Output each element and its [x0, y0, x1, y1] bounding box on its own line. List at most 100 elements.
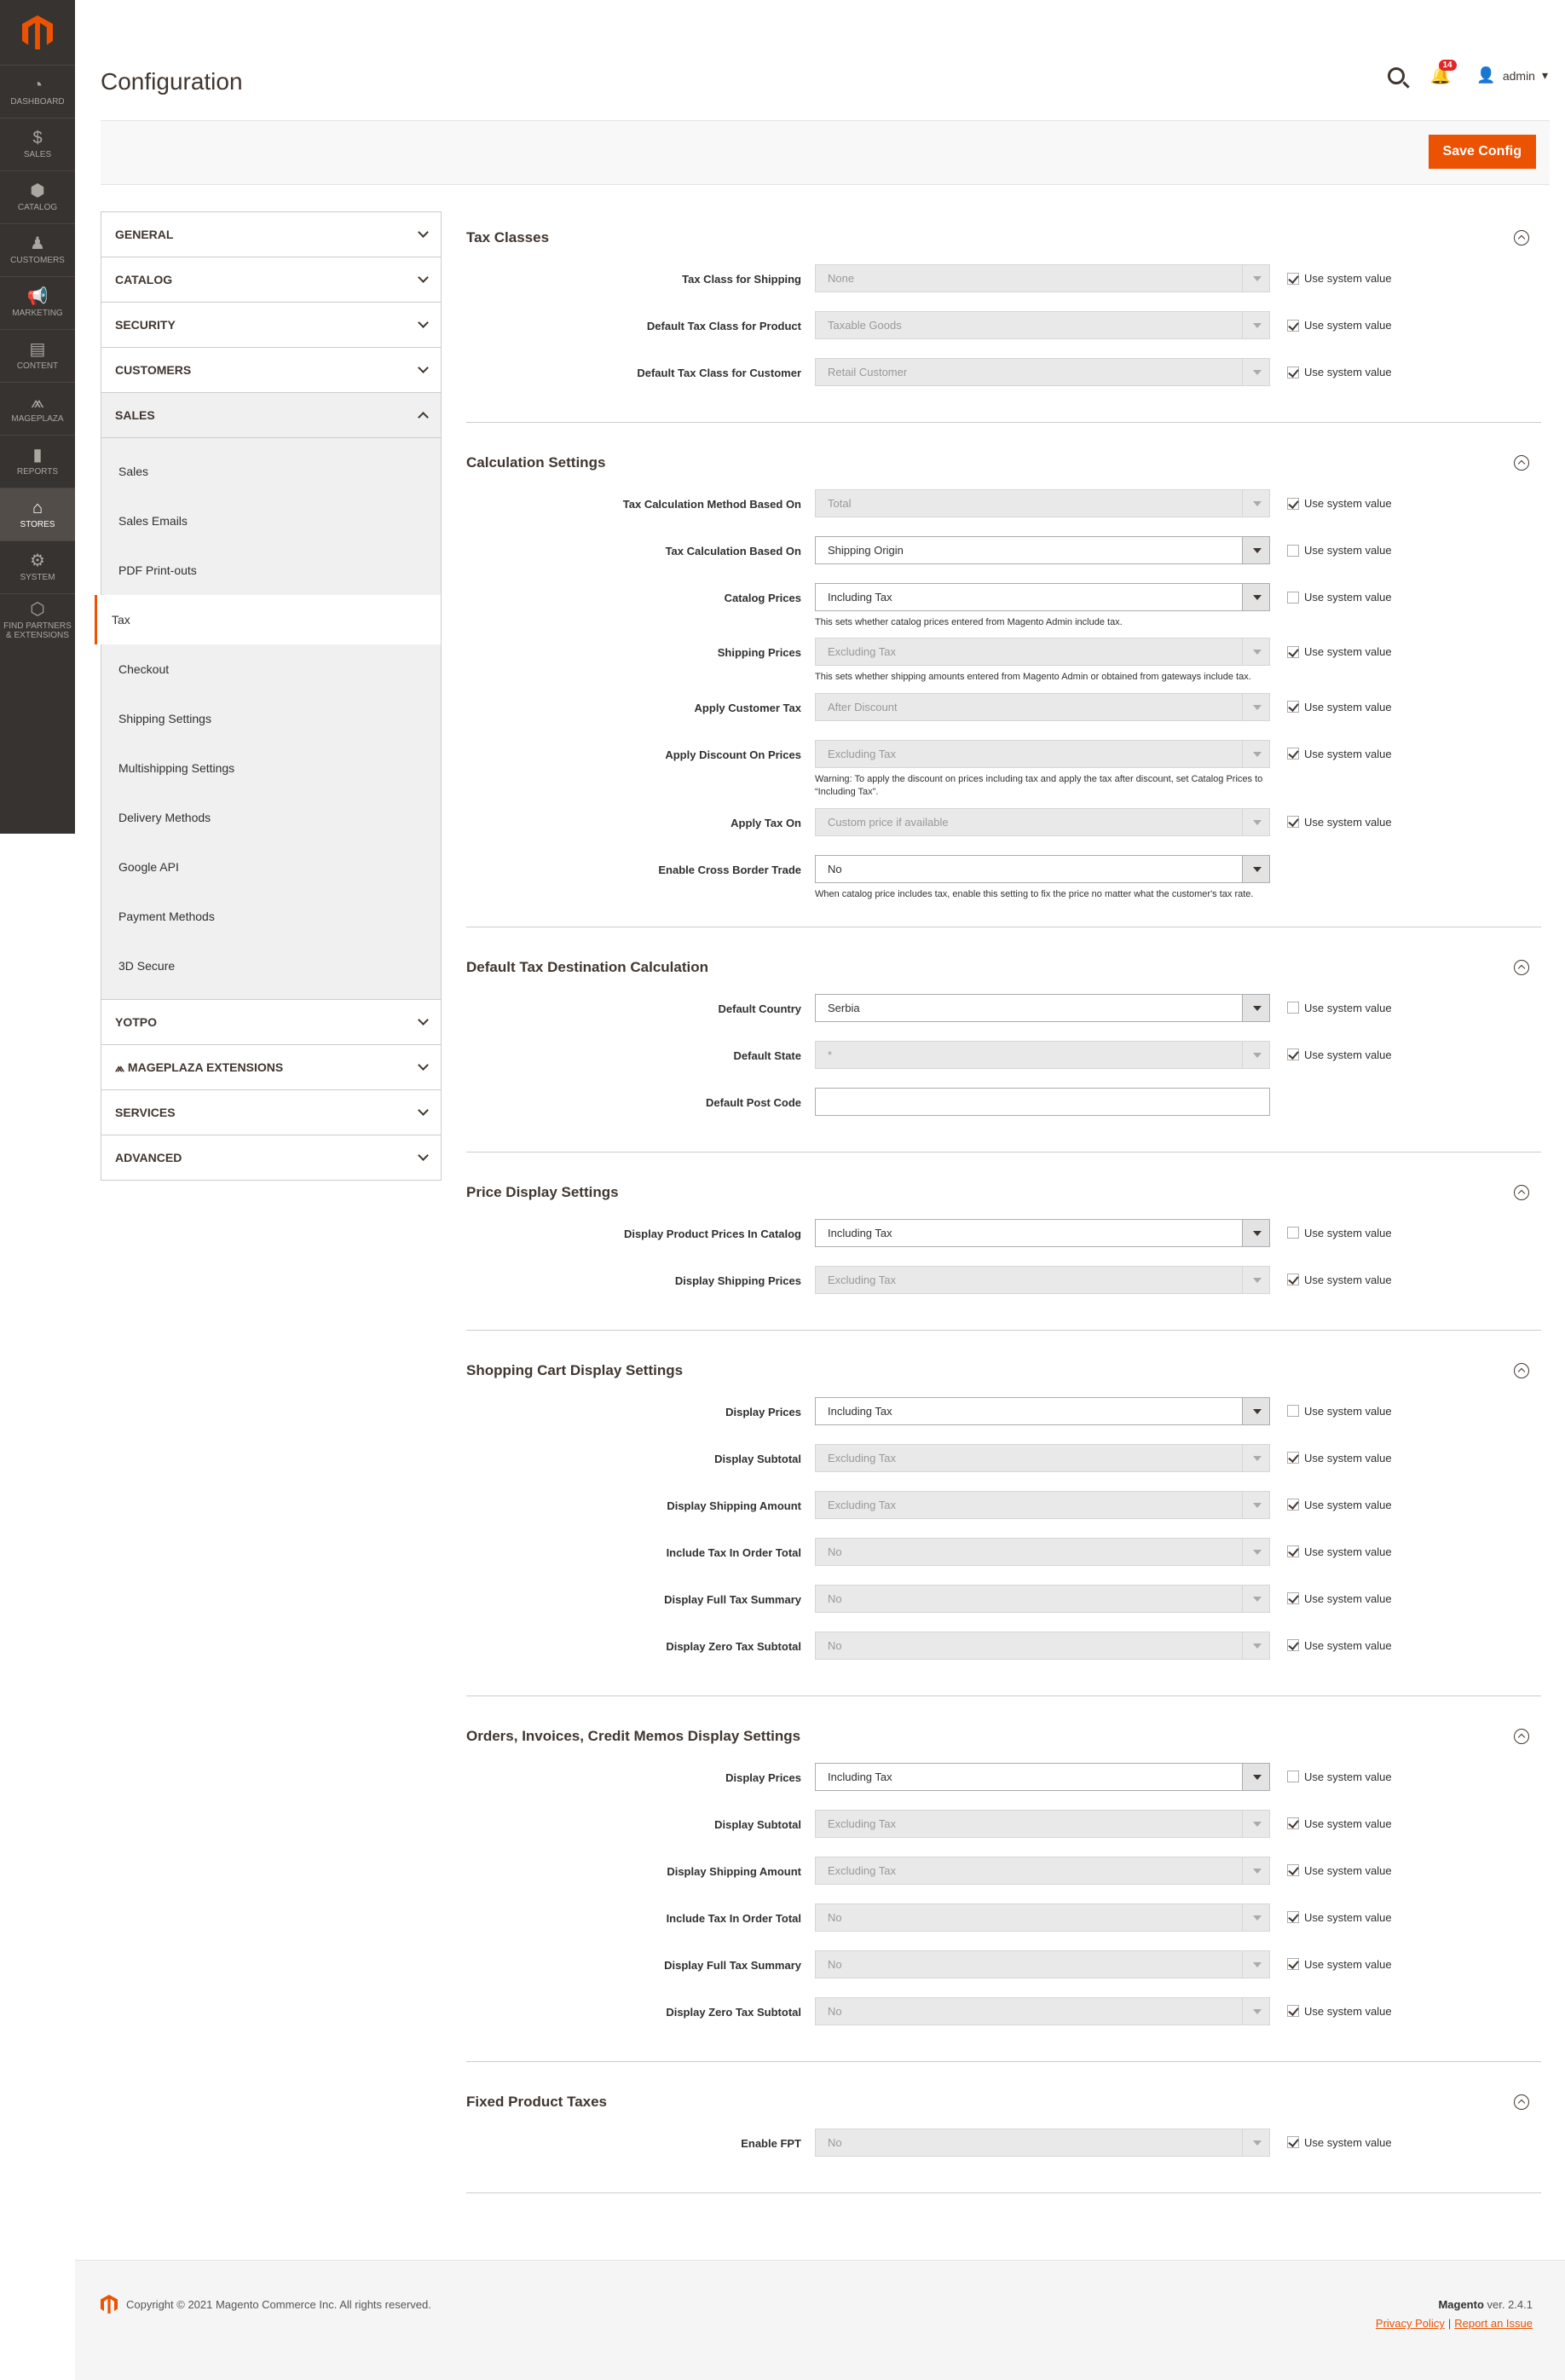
field-select[interactable]: Including Tax: [815, 1396, 1270, 1425]
sales-subitem-multishipping-settings[interactable]: Multishipping Settings: [101, 743, 441, 793]
use-system-value[interactable]: Use system value: [1270, 1266, 1392, 1286]
tab-security[interactable]: Security: [101, 303, 441, 348]
use-system-checkbox[interactable]: [1287, 272, 1299, 285]
tab-services[interactable]: Services: [101, 1090, 441, 1135]
notifications-button[interactable]: 🔔 14: [1430, 60, 1457, 86]
nav-item-reports[interactable]: ▮ Reports: [0, 435, 75, 488]
field-select[interactable]: Including Tax: [815, 1218, 1270, 1247]
collapse-icon[interactable]: [1514, 959, 1529, 975]
tab-customers[interactable]: Customers: [101, 348, 441, 393]
use-system-value[interactable]: Use system value: [1270, 1491, 1392, 1511]
use-system-value[interactable]: Use system value: [1270, 1444, 1392, 1464]
use-system-value[interactable]: Use system value: [1270, 740, 1392, 760]
use-system-value[interactable]: Use system value: [1270, 1397, 1392, 1418]
use-system-value[interactable]: Use system value: [1270, 638, 1392, 658]
sales-subitem-delivery-methods[interactable]: Delivery Methods: [101, 793, 441, 842]
field-select[interactable]: Shipping Origin: [815, 536, 1270, 564]
use-system-value[interactable]: Use system value: [1270, 994, 1392, 1014]
use-system-checkbox[interactable]: [1287, 1771, 1299, 1783]
use-system-checkbox[interactable]: [1287, 1639, 1299, 1652]
use-system-checkbox[interactable]: [1287, 319, 1299, 332]
use-system-checkbox[interactable]: [1287, 1864, 1299, 1877]
use-system-checkbox[interactable]: [1287, 544, 1299, 557]
field-select[interactable]: Including Tax: [815, 1762, 1270, 1791]
use-system-value[interactable]: Use system value: [1270, 1538, 1392, 1558]
collapse-icon[interactable]: [1514, 2094, 1529, 2110]
use-system-value[interactable]: Use system value: [1270, 2129, 1392, 2149]
sales-subitem-shipping-settings[interactable]: Shipping Settings: [101, 694, 441, 743]
nav-item-dashboard[interactable]: ◔ Dashboard: [0, 65, 75, 118]
use-system-checkbox[interactable]: [1287, 497, 1299, 510]
use-system-value[interactable]: Use system value: [1270, 1763, 1392, 1783]
use-system-value[interactable]: Use system value: [1270, 1585, 1392, 1605]
use-system-checkbox[interactable]: [1287, 1911, 1299, 1924]
use-system-value[interactable]: Use system value: [1270, 583, 1392, 604]
use-system-checkbox[interactable]: [1287, 1545, 1299, 1558]
use-system-checkbox[interactable]: [1287, 366, 1299, 378]
collapse-icon[interactable]: [1514, 1184, 1529, 1200]
section-header[interactable]: Orders, Invoices, Credit Memos Display S…: [466, 1710, 1541, 1763]
collapse-icon[interactable]: [1514, 455, 1529, 471]
use-system-checkbox[interactable]: [1287, 748, 1299, 760]
use-system-checkbox[interactable]: [1287, 701, 1299, 713]
tab-mageplaza-extensions[interactable]: ⩕ Mageplaza Extensions: [101, 1045, 441, 1090]
report-issue-link[interactable]: Report an Issue: [1454, 2317, 1533, 2330]
sales-subitem-tax[interactable]: Tax: [95, 595, 441, 644]
use-system-value[interactable]: Use system value: [1270, 311, 1392, 332]
sales-subitem-google-api[interactable]: Google API: [101, 842, 441, 892]
use-system-value[interactable]: Use system value: [1270, 1041, 1392, 1061]
use-system-checkbox[interactable]: [1287, 1452, 1299, 1464]
sales-subitem-payment-methods[interactable]: Payment Methods: [101, 892, 441, 941]
use-system-value[interactable]: Use system value: [1270, 489, 1392, 510]
use-system-value[interactable]: Use system value: [1270, 1950, 1392, 1971]
use-system-checkbox[interactable]: [1287, 1958, 1299, 1971]
section-header[interactable]: Fixed Product Taxes: [466, 2076, 1541, 2129]
sales-subitem-3d-secure[interactable]: 3D Secure: [101, 941, 441, 991]
sales-subitem-pdf-print-outs[interactable]: PDF Print-outs: [101, 546, 441, 595]
use-system-checkbox[interactable]: [1287, 1048, 1299, 1061]
use-system-value[interactable]: Use system value: [1270, 358, 1392, 378]
tab-catalog[interactable]: Catalog: [101, 257, 441, 303]
use-system-checkbox[interactable]: [1287, 1405, 1299, 1418]
nav-item-stores[interactable]: ⌂ Stores: [0, 488, 75, 540]
nav-item-find-partners-extensions[interactable]: ⬡ Find Partners & Extensions: [0, 593, 75, 646]
user-menu[interactable]: 👤 admin ▾: [1476, 66, 1548, 84]
use-system-checkbox[interactable]: [1287, 645, 1299, 658]
collapse-icon[interactable]: [1514, 230, 1529, 246]
tab-general[interactable]: General: [101, 212, 441, 257]
use-system-value[interactable]: Use system value: [1270, 1857, 1392, 1877]
nav-item-catalog[interactable]: ⬢ Catalog: [0, 170, 75, 223]
use-system-checkbox[interactable]: [1287, 816, 1299, 829]
section-header[interactable]: Price Display Settings: [466, 1166, 1541, 1219]
use-system-value[interactable]: Use system value: [1270, 693, 1392, 713]
use-system-checkbox[interactable]: [1287, 2136, 1299, 2149]
tab-yotpo[interactable]: Yotpo: [101, 1000, 441, 1045]
section-header[interactable]: Shopping Cart Display Settings: [466, 1344, 1541, 1397]
nav-item-content[interactable]: ▤ Content: [0, 329, 75, 382]
field-select[interactable]: No: [815, 854, 1270, 883]
use-system-checkbox[interactable]: [1287, 1274, 1299, 1286]
use-system-value[interactable]: Use system value: [1270, 808, 1392, 829]
sales-subitem-sales[interactable]: Sales: [101, 447, 441, 496]
use-system-checkbox[interactable]: [1287, 1002, 1299, 1014]
tab-sales[interactable]: Sales: [101, 393, 441, 438]
use-system-checkbox[interactable]: [1287, 1227, 1299, 1239]
use-system-value[interactable]: Use system value: [1270, 1219, 1392, 1239]
use-system-value[interactable]: Use system value: [1270, 536, 1392, 557]
nav-item-marketing[interactable]: 📢 Marketing: [0, 276, 75, 329]
use-system-value[interactable]: Use system value: [1270, 264, 1392, 285]
use-system-value[interactable]: Use system value: [1270, 1997, 1392, 2018]
collapse-icon[interactable]: [1514, 1362, 1529, 1378]
use-system-checkbox[interactable]: [1287, 1817, 1299, 1830]
nav-item-customers[interactable]: ♟ Customers: [0, 223, 75, 276]
collapse-icon[interactable]: [1514, 1728, 1529, 1744]
sales-subitem-checkout[interactable]: Checkout: [101, 644, 441, 694]
use-system-value[interactable]: Use system value: [1270, 1810, 1392, 1830]
nav-item-mageplaza[interactable]: ⩕ Mageplaza: [0, 382, 75, 435]
field-select[interactable]: Serbia: [815, 993, 1270, 1022]
use-system-checkbox[interactable]: [1287, 1499, 1299, 1511]
use-system-checkbox[interactable]: [1287, 2005, 1299, 2018]
field-select[interactable]: Including Tax: [815, 583, 1270, 611]
save-config-button[interactable]: Save Config: [1428, 135, 1536, 169]
section-header[interactable]: Tax Classes: [466, 211, 1541, 264]
